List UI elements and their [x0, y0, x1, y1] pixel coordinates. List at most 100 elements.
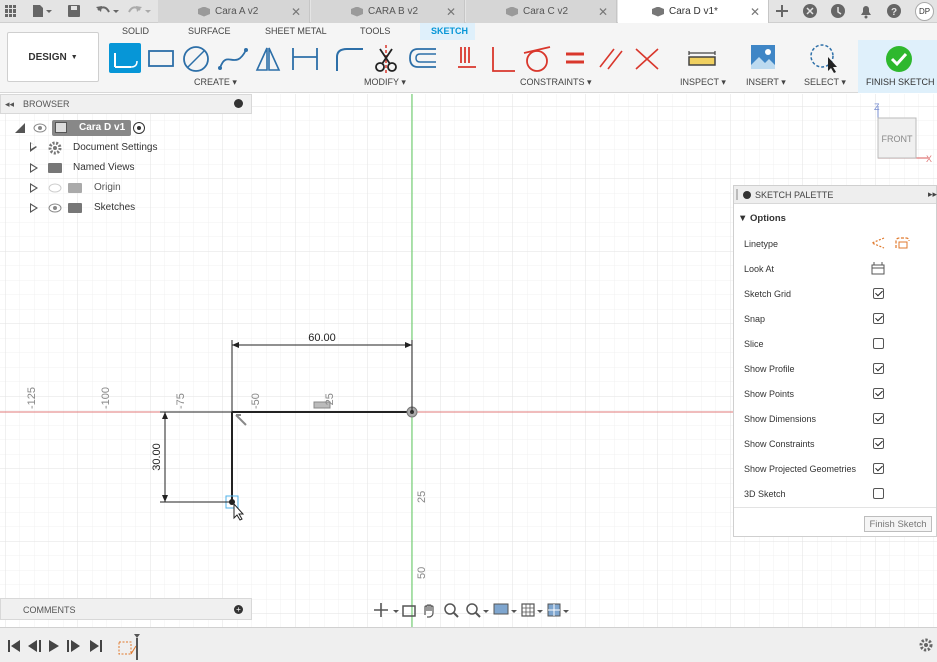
tab-cara-c[interactable]: Cara C v2 ✕ [466, 0, 617, 23]
visibility-eye-icon[interactable] [48, 203, 62, 213]
app-grid-icon[interactable] [5, 5, 17, 17]
extensions-icon[interactable] [802, 3, 818, 19]
slice-checkbox[interactable] [873, 338, 884, 349]
play-icon[interactable] [49, 640, 59, 652]
construction-linetype-icon[interactable] [870, 236, 886, 250]
browser-header[interactable]: ◂◂ BROWSER [0, 94, 252, 114]
circle-icon[interactable] [181, 44, 211, 74]
activate-radio-icon[interactable] [133, 122, 145, 134]
tab-cara-d[interactable]: Cara D v1* ✕ [618, 0, 769, 23]
step-forward-icon[interactable] [67, 640, 80, 652]
trim-icon[interactable] [370, 43, 402, 75]
close-icon[interactable]: ✕ [598, 5, 608, 19]
coincident-constraint-icon[interactable] [455, 43, 479, 75]
zoom-icon[interactable] [444, 603, 456, 615]
close-icon[interactable]: ✕ [446, 5, 456, 19]
close-icon[interactable]: ✕ [750, 5, 760, 19]
tab-cara-b[interactable]: CARA B v2 ✕ [311, 0, 465, 23]
palette-header[interactable]: SKETCH PALETTE ▸▸ [734, 186, 937, 204]
tree-item-named-views[interactable]: Named Views [0, 158, 252, 178]
offset-icon[interactable] [406, 43, 440, 75]
constraints-menu[interactable]: CONSTRAINTS ▾ [520, 77, 592, 88]
select-menu[interactable]: SELECT ▾ [804, 77, 846, 88]
browser-options-icon[interactable] [234, 99, 243, 108]
tree-item-sketches[interactable]: Sketches [0, 198, 252, 218]
measure-icon[interactable] [686, 47, 718, 71]
display-settings-icon[interactable] [493, 603, 509, 615]
palette-finish-sketch-button[interactable]: Finish Sketch [864, 516, 932, 532]
redo-icon[interactable] [127, 4, 153, 18]
collapse-panel-icon[interactable]: ◂◂ [5, 99, 14, 110]
help-icon[interactable]: ? [886, 3, 902, 19]
orbit-icon[interactable] [374, 603, 388, 617]
horizontal-dimension[interactable]: 60.00 [308, 332, 336, 344]
user-avatar[interactable]: DP [915, 2, 934, 21]
show-constraints-checkbox[interactable] [873, 438, 884, 449]
insert-image-icon[interactable] [749, 43, 777, 71]
tree-item-document-settings[interactable]: Document Settings [0, 138, 252, 158]
insert-menu[interactable]: INSERT ▾ [746, 77, 786, 88]
go-to-start-icon[interactable] [8, 640, 20, 652]
collinear-constraint-icon[interactable] [632, 43, 662, 75]
sketch-grid-checkbox[interactable] [873, 288, 884, 299]
show-points-checkbox[interactable] [873, 388, 884, 399]
show-dimensions-checkbox[interactable] [873, 413, 884, 424]
show-projected-geometries-checkbox[interactable] [873, 463, 884, 474]
sketch-timeline-feature[interactable] [116, 632, 142, 660]
3d-sketch-checkbox[interactable] [873, 488, 884, 499]
tab-sheet-metal[interactable]: SHEET METAL [265, 26, 327, 36]
workspace-switcher[interactable]: DESIGN ▼ [7, 32, 99, 82]
parallel-constraint-icon[interactable] [596, 43, 626, 75]
fillet-icon[interactable] [333, 43, 365, 75]
centerline-linetype-icon[interactable] [894, 236, 910, 250]
perpendicular-constraint-icon[interactable] [487, 43, 517, 75]
undo-icon[interactable] [95, 4, 121, 18]
tab-solid[interactable]: SOLID [122, 26, 149, 36]
options-section-toggle[interactable]: ▼ Options [738, 213, 786, 224]
rectangle-icon[interactable] [146, 45, 176, 73]
go-to-end-icon[interactable] [90, 640, 102, 652]
view-cube[interactable]: FRONT Z X [868, 100, 934, 166]
snap-checkbox[interactable] [873, 313, 884, 324]
pan-icon[interactable] [424, 604, 434, 618]
expand-root-icon[interactable] [14, 122, 26, 134]
tree-root[interactable]: Cara D v1 [0, 118, 252, 138]
finish-sketch-button[interactable]: FINISH SKETCH ▾ [858, 40, 937, 93]
tangent-constraint-icon[interactable] [522, 43, 552, 75]
create-menu[interactable]: CREATE ▾ [194, 77, 237, 88]
mirror-icon[interactable] [253, 44, 283, 74]
tab-tools[interactable]: TOOLS [360, 26, 390, 36]
select-icon[interactable] [808, 43, 840, 75]
visibility-eye-icon[interactable] [33, 123, 47, 133]
save-icon[interactable] [67, 4, 81, 18]
expand-palette-icon[interactable]: ▸▸ [928, 189, 937, 200]
tab-surface[interactable]: SURFACE [188, 26, 231, 36]
tab-sketch[interactable]: SKETCH [431, 26, 468, 36]
step-back-icon[interactable] [28, 640, 41, 652]
tree-item-origin[interactable]: Origin [0, 178, 252, 198]
show-profile-checkbox[interactable] [873, 363, 884, 374]
file-icon[interactable] [31, 4, 53, 18]
new-tab-icon[interactable] [775, 4, 789, 18]
timeline-settings-gear-icon[interactable] [918, 637, 934, 653]
inspect-menu[interactable]: INSPECT ▾ [680, 77, 726, 88]
modify-menu[interactable]: MODIFY ▾ [364, 77, 406, 88]
tab-cara-a[interactable]: Cara A v2 ✕ [158, 0, 310, 23]
look-at-icon[interactable] [870, 261, 886, 275]
line-tool-button[interactable] [109, 43, 141, 73]
spline-icon[interactable] [217, 44, 249, 74]
close-icon[interactable]: ✕ [291, 5, 301, 19]
notifications-icon[interactable] [858, 3, 874, 19]
vertical-dimension[interactable]: 30.00 [151, 443, 163, 471]
look-at-nav-icon[interactable] [402, 605, 416, 617]
job-status-icon[interactable] [830, 3, 846, 19]
palette-options-icon[interactable] [743, 191, 751, 199]
drag-handle[interactable] [736, 189, 738, 200]
equal-constraint-icon[interactable] [563, 43, 587, 75]
sketch-dimension-icon[interactable] [289, 44, 321, 74]
comments-panel[interactable]: COMMENTS + [0, 598, 252, 620]
add-comment-icon[interactable]: + [234, 605, 243, 614]
hidden-eye-icon[interactable] [48, 183, 62, 193]
grid-settings-icon[interactable] [521, 603, 535, 617]
zoom-window-icon[interactable] [466, 603, 478, 615]
